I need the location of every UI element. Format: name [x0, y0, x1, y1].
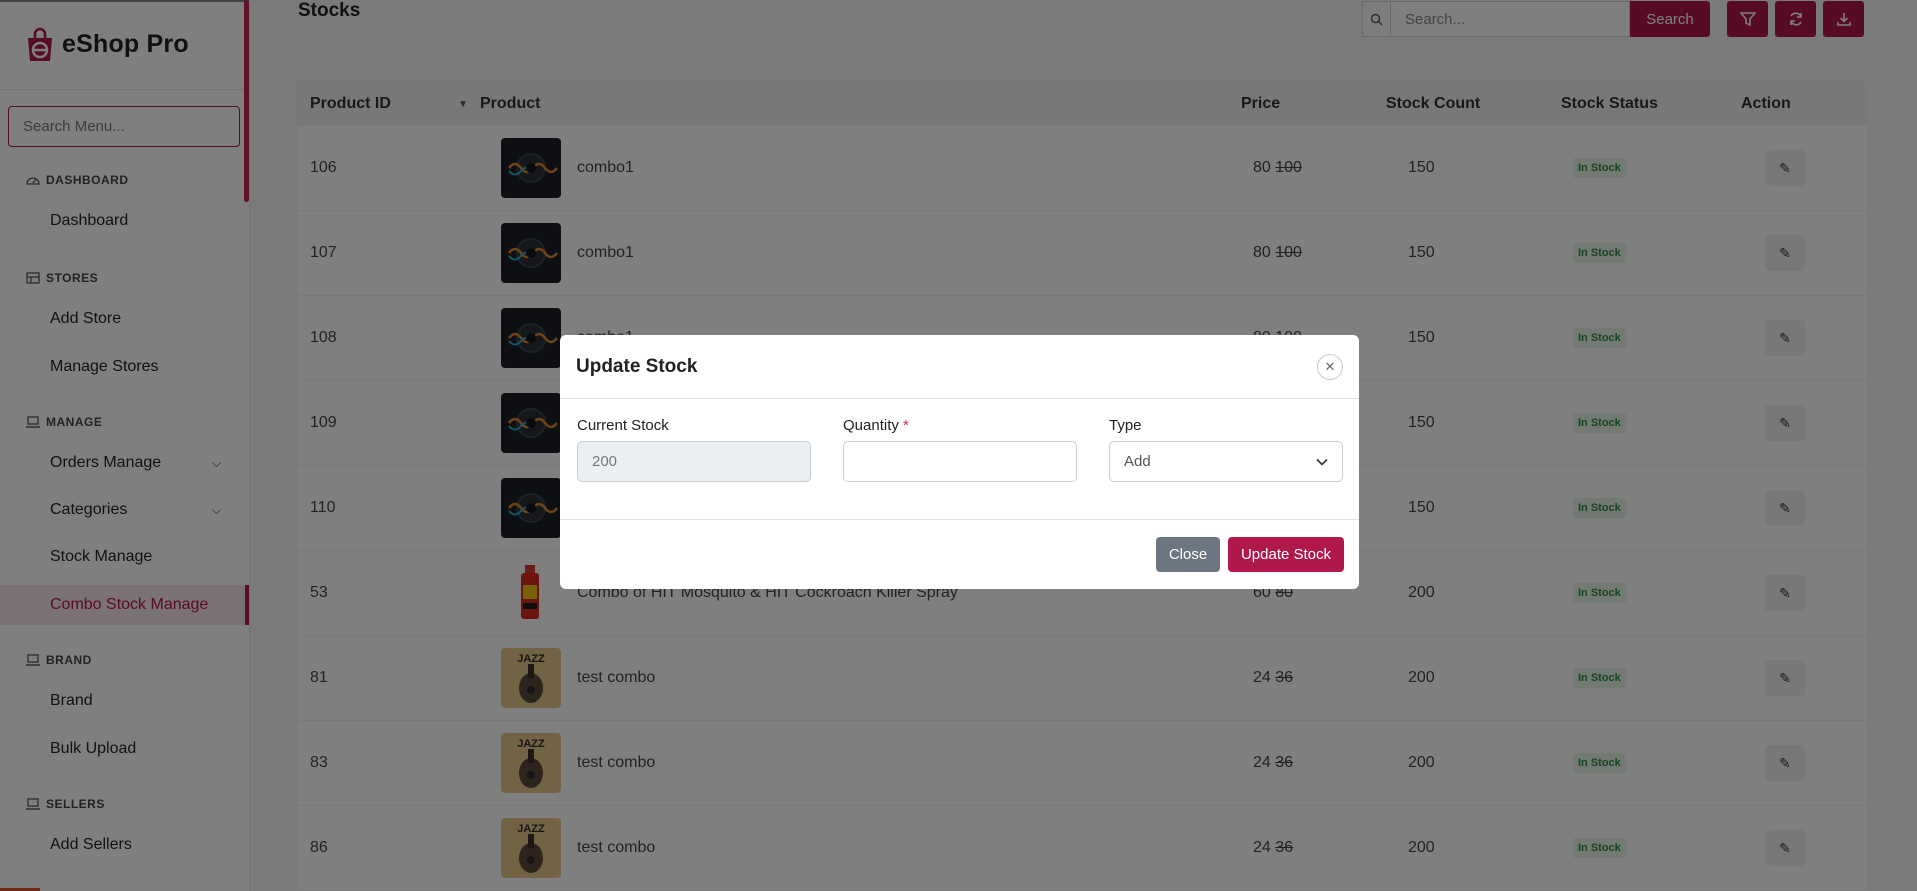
type-select-value: Add [1124, 453, 1151, 470]
close-icon[interactable]: ✕ [1317, 353, 1343, 380]
modal-footer: Close Update Stock [560, 520, 1359, 588]
modal-header: Update Stock ✕ [560, 335, 1359, 399]
current-stock-input: 200 [577, 441, 811, 482]
chevron-down-icon [1316, 458, 1328, 466]
current-stock-label: Current Stock [577, 417, 669, 434]
quantity-label: Quantity * [843, 417, 1077, 435]
type-field: Type Add [1109, 417, 1343, 519]
close-button[interactable]: Close [1156, 536, 1220, 572]
required-marker: * [903, 417, 909, 434]
modal-title: Update Stock [576, 355, 698, 377]
update-stock-modal: Update Stock ✕ Current Stock 200 Quantit… [560, 335, 1359, 589]
type-select[interactable]: Add [1109, 441, 1343, 482]
quantity-field: Quantity * [843, 417, 1077, 519]
quantity-label-text: Quantity [843, 417, 899, 434]
update-stock-button[interactable]: Update Stock [1228, 536, 1344, 572]
type-label: Type [1109, 417, 1142, 434]
current-stock-field: Current Stock 200 [577, 417, 811, 519]
quantity-input[interactable] [843, 441, 1077, 482]
modal-body: Current Stock 200 Quantity * Type Add [560, 399, 1359, 520]
